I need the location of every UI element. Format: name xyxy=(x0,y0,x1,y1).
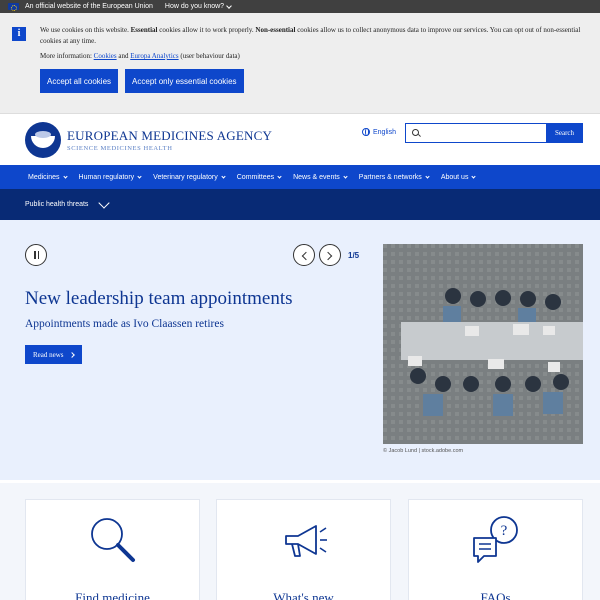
chevron-down-icon xyxy=(98,196,111,209)
card-title: FAQs xyxy=(480,590,511,600)
read-news-label: Read news xyxy=(33,350,64,359)
chevron-down-icon xyxy=(226,2,232,9)
nav-item-committees[interactable]: Committees xyxy=(237,174,287,181)
eu-flag-icon xyxy=(8,3,19,11)
speech-bubbles-icon: ? xyxy=(472,516,518,563)
europa-analytics-link[interactable]: Europa Analytics xyxy=(130,52,178,60)
chevron-down-icon xyxy=(343,173,348,179)
eu-official-text: An official website of the European Unio… xyxy=(25,3,153,10)
nav-label: Human regulatory xyxy=(78,173,135,181)
photo-credit: © Jacob Lund | stock.adobe.com xyxy=(383,448,464,454)
card-whats-new[interactable]: What's new xyxy=(216,499,391,600)
magnifier-icon xyxy=(90,518,135,562)
cookie-text: We use cookies on this website. Essentia… xyxy=(40,25,595,47)
card-title: Find medicine xyxy=(75,590,150,600)
card-title: What's new xyxy=(273,590,334,600)
accept-essential-cookies-button[interactable]: Accept only essential cookies xyxy=(125,69,244,93)
cookie-banner: i We use cookies on this website. Essent… xyxy=(0,13,600,113)
search-icon xyxy=(412,129,419,136)
ema-logo-mark-icon xyxy=(25,122,61,158)
more-info-prefix: More information: xyxy=(40,52,94,60)
search-button[interactable]: Search xyxy=(546,123,583,143)
nav-label: Committees xyxy=(236,173,275,181)
nav-item-medicines[interactable]: Medicines xyxy=(28,174,73,181)
previous-slide-button[interactable] xyxy=(293,244,315,266)
chevron-down-icon xyxy=(277,173,282,179)
how-do-you-know-toggle[interactable]: How do you know? xyxy=(164,2,232,10)
nav-label: Medicines xyxy=(28,173,60,181)
pause-button[interactable] xyxy=(25,244,47,266)
chevron-down-icon xyxy=(425,173,430,179)
nav-item-human-regulatory[interactable]: Human regulatory xyxy=(79,174,148,181)
hero-title: New leadership team appointments xyxy=(25,288,293,309)
nav-item-veterinary-regulatory[interactable]: Veterinary regulatory xyxy=(153,174,231,181)
cookie-buttons: Accept all cookies Accept only essential… xyxy=(40,69,588,93)
chevron-down-icon xyxy=(137,173,142,179)
hero-subtitle: Appointments made as Ivo Claassen retire… xyxy=(25,318,224,330)
megaphone-icon xyxy=(284,525,327,557)
card-find-medicine[interactable]: Find medicine xyxy=(25,499,200,600)
logo-title: EUROPEAN MEDICINES AGENCY xyxy=(67,128,273,143)
search-input[interactable] xyxy=(405,123,546,143)
cookie-more-info: More information: Cookies and Europa Ana… xyxy=(40,51,595,62)
hero-photo xyxy=(383,244,583,444)
analytics-suffix: (user behaviour data) xyxy=(178,52,240,60)
nav-label: News & events xyxy=(293,173,340,181)
chevron-right-icon xyxy=(68,351,75,358)
ema-logo[interactable]: EUROPEAN MEDICINES AGENCY SCIENCE MEDICI… xyxy=(25,122,272,158)
cookie-text-part: We use cookies on this website. xyxy=(40,26,131,34)
meeting-photo-illustration xyxy=(383,244,583,444)
chevron-right-icon xyxy=(323,251,333,260)
site-header: EUROPEAN MEDICINES AGENCY SCIENCE MEDICI… xyxy=(0,113,600,165)
nav-item-news-events[interactable]: News & events xyxy=(293,174,353,181)
read-news-button[interactable]: Read news xyxy=(25,345,82,364)
language-selector[interactable]: English xyxy=(362,128,396,136)
next-slide-button[interactable] xyxy=(319,244,341,266)
info-icon: i xyxy=(12,27,26,41)
nav-label: Veterinary regulatory xyxy=(153,173,218,181)
slide-counter: 1/5 xyxy=(348,251,360,260)
card-faqs[interactable]: ? FAQs xyxy=(408,499,583,600)
globe-icon xyxy=(362,128,370,136)
main-nav: Medicines Human regulatory Veterinary re… xyxy=(0,165,600,189)
chevron-down-icon xyxy=(471,173,477,179)
accept-all-cookies-button[interactable]: Accept all cookies xyxy=(40,69,119,93)
nav-item-partners-networks[interactable]: Partners & networks xyxy=(359,174,435,181)
chevron-down-icon xyxy=(221,173,226,179)
and-text: and xyxy=(116,52,131,60)
nav-label: About us xyxy=(440,173,469,181)
logo-tagline: SCIENCE MEDICINES HEALTH xyxy=(67,145,173,152)
svg-text:?: ? xyxy=(500,523,507,539)
nav-label: Partners & networks xyxy=(358,173,422,181)
chevron-left-icon xyxy=(301,251,311,260)
cookie-text-part: cookies allow it to work properly. xyxy=(157,26,256,34)
hero-carousel: 1/5 New leadership team appointments App… xyxy=(0,220,600,480)
chevron-down-icon xyxy=(62,173,68,179)
essential-label: Essential xyxy=(130,26,158,34)
how-do-you-know-label: How do you know? xyxy=(164,3,225,10)
nonessential-label: Non-essential xyxy=(255,26,296,34)
public-health-threats-toggle[interactable]: Public health threats xyxy=(0,189,600,220)
logo-text: EUROPEAN MEDICINES AGENCY SCIENCE MEDICI… xyxy=(67,128,272,152)
eu-official-bar: An official website of the European Unio… xyxy=(0,0,600,13)
nav-item-about-us[interactable]: About us xyxy=(441,174,482,181)
public-health-threats-label: Public health threats xyxy=(25,201,89,208)
cookies-link[interactable]: Cookies xyxy=(94,52,117,60)
search-bar: Search xyxy=(405,123,583,143)
language-label: English xyxy=(373,128,396,136)
quick-links-area: Find medicine What's new ? FAQs xyxy=(0,483,600,600)
